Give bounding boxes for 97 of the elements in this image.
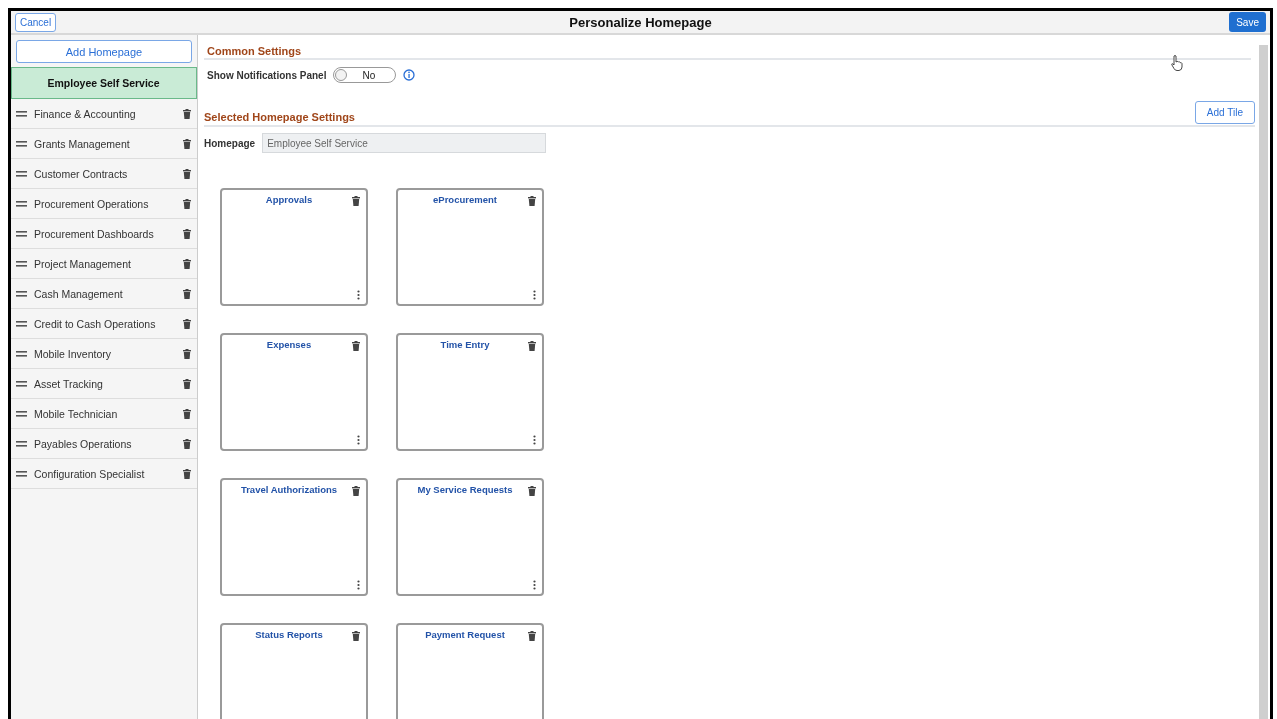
- homepage-name: Asset Tracking: [34, 377, 104, 390]
- homepage-item[interactable]: Project Management: [11, 249, 197, 279]
- more-icon[interactable]: [357, 290, 360, 300]
- tile-card[interactable]: My Service Requests: [396, 478, 544, 596]
- save-button[interactable]: Save: [1229, 12, 1266, 32]
- tile-title: Time Entry: [439, 339, 491, 350]
- field-label: Homepage: [204, 137, 256, 149]
- delete-icon[interactable]: [183, 288, 191, 299]
- homepage-item[interactable]: Payables Operations: [11, 429, 197, 459]
- homepage-field[interactable]: Employee Self Service: [262, 133, 547, 153]
- section-heading: Common Settings: [204, 35, 1251, 60]
- toggle-switch[interactable]: No: [333, 67, 397, 83]
- delete-icon[interactable]: [528, 486, 536, 496]
- homepage-name: Mobile Inventory: [34, 347, 113, 360]
- drag-handle-icon[interactable]: [16, 350, 27, 357]
- tile-card[interactable]: eProcurement: [396, 188, 544, 306]
- field-label: Show Notifications Panel: [207, 69, 327, 81]
- homepage-name: Credit to Cash Operations: [34, 317, 157, 330]
- tile-title: Status Reports: [254, 629, 324, 640]
- more-icon[interactable]: [357, 435, 360, 445]
- delete-icon[interactable]: [352, 486, 360, 496]
- delete-icon[interactable]: [183, 198, 191, 209]
- drag-handle-icon[interactable]: [16, 260, 27, 267]
- delete-icon[interactable]: [183, 438, 191, 449]
- homepage-name: Customer Contracts: [34, 167, 129, 180]
- homepage-item[interactable]: Credit to Cash Operations: [11, 309, 197, 339]
- homepage-name: Procurement Operations: [34, 197, 150, 210]
- tile-card[interactable]: Expenses: [220, 333, 368, 451]
- drag-handle-icon[interactable]: [16, 110, 27, 117]
- drag-handle-icon[interactable]: [16, 410, 27, 417]
- more-icon[interactable]: [533, 435, 536, 445]
- delete-icon[interactable]: [183, 378, 191, 389]
- drag-handle-icon[interactable]: [16, 140, 27, 147]
- tile-card[interactable]: Travel Authorizations: [220, 478, 368, 596]
- delete-icon[interactable]: [183, 108, 191, 119]
- drag-handle-icon[interactable]: [16, 170, 27, 177]
- homepage-name: Payables Operations: [34, 437, 133, 450]
- homepage-name: Procurement Dashboards: [34, 227, 155, 240]
- delete-icon[interactable]: [183, 258, 191, 269]
- tile-title: Travel Authorizations: [239, 484, 339, 495]
- homepage-item[interactable]: Finance & Accounting: [11, 99, 197, 129]
- homepage-name: Configuration Specialist: [34, 467, 146, 480]
- more-icon[interactable]: [533, 290, 536, 300]
- tile-card[interactable]: Approvals: [220, 188, 368, 306]
- tile-title: eProcurement: [432, 194, 498, 205]
- hand-cursor-icon: [1171, 55, 1183, 71]
- drag-handle-icon[interactable]: [16, 380, 27, 387]
- delete-icon[interactable]: [352, 341, 360, 351]
- delete-icon[interactable]: [352, 631, 360, 641]
- homepage-item[interactable]: Mobile Technician: [11, 399, 197, 429]
- section-heading: Selected Homepage Settings: [204, 111, 355, 125]
- homepage-item[interactable]: Procurement Dashboards: [11, 219, 197, 249]
- homepage-item[interactable]: Procurement Operations: [11, 189, 197, 219]
- more-icon[interactable]: [533, 580, 536, 590]
- delete-icon[interactable]: [528, 196, 536, 206]
- tile-card[interactable]: Payment Request: [396, 623, 544, 719]
- delete-icon[interactable]: [183, 348, 191, 359]
- add-tile-button[interactable]: Add Tile: [1194, 101, 1255, 124]
- drag-handle-icon[interactable]: [16, 230, 27, 237]
- homepage-name: Grants Management: [34, 137, 131, 150]
- homepage-name: Finance & Accounting: [34, 107, 137, 120]
- tile-title: My Service Requests: [416, 484, 514, 495]
- cancel-button[interactable]: Cancel: [15, 12, 57, 32]
- delete-icon[interactable]: [528, 631, 536, 641]
- delete-icon[interactable]: [183, 168, 191, 179]
- drag-handle-icon[interactable]: [16, 470, 27, 477]
- delete-icon[interactable]: [352, 196, 360, 206]
- homepage-name: Project Management: [34, 257, 132, 270]
- info-icon[interactable]: [403, 69, 416, 81]
- scrollbar[interactable]: [1259, 45, 1268, 719]
- drag-handle-icon[interactable]: [16, 440, 27, 447]
- page-title: Personalize Homepage: [569, 14, 712, 30]
- delete-icon[interactable]: [183, 318, 191, 329]
- homepage-item[interactable]: Mobile Inventory: [11, 339, 197, 369]
- homepage-item[interactable]: Asset Tracking: [11, 369, 197, 399]
- tile-card[interactable]: Status Reports: [220, 623, 368, 719]
- more-icon[interactable]: [357, 580, 360, 590]
- tile-title: Expenses: [265, 339, 313, 350]
- homepage-item[interactable]: Configuration Specialist: [11, 459, 197, 489]
- drag-handle-icon[interactable]: [16, 290, 27, 297]
- homepage-name: Mobile Technician: [34, 407, 119, 420]
- delete-icon[interactable]: [528, 341, 536, 351]
- tile-title: Payment Request: [424, 629, 506, 640]
- drag-handle-icon[interactable]: [16, 200, 27, 207]
- delete-icon[interactable]: [183, 228, 191, 239]
- tile-title: Approvals: [264, 194, 314, 205]
- tile-card[interactable]: Time Entry: [396, 333, 544, 451]
- homepage-name: Cash Management: [34, 287, 124, 300]
- add-homepage-button[interactable]: Add Homepage: [16, 40, 192, 63]
- delete-icon[interactable]: [183, 408, 191, 419]
- delete-icon[interactable]: [183, 138, 191, 149]
- homepage-item[interactable]: Cash Management: [11, 279, 197, 309]
- delete-icon[interactable]: [183, 468, 191, 479]
- homepage-item[interactable]: Grants Management: [11, 129, 197, 159]
- drag-handle-icon[interactable]: [16, 320, 27, 327]
- homepage-item[interactable]: Customer Contracts: [11, 159, 197, 189]
- homepage-item[interactable]: Employee Self Service: [11, 67, 197, 99]
